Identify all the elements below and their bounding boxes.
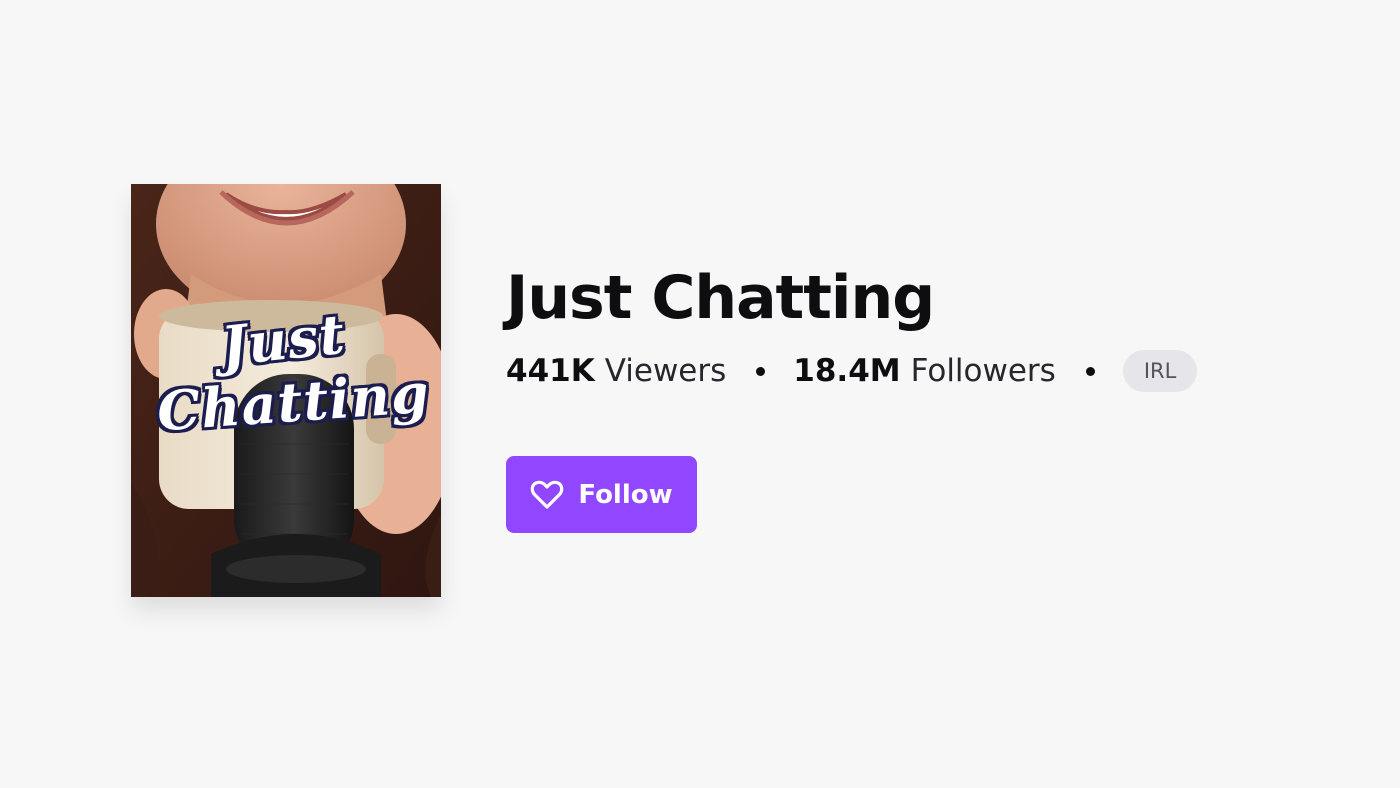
separator-dot bbox=[1085, 366, 1095, 376]
followers-count: 18.4M bbox=[793, 353, 901, 389]
category-title: Just Chatting bbox=[506, 263, 935, 333]
tag-irl[interactable]: IRL bbox=[1122, 350, 1198, 392]
heart-outline-icon bbox=[531, 480, 564, 509]
follow-button[interactable]: Follow bbox=[506, 456, 697, 533]
viewers-label: Viewers bbox=[604, 353, 727, 389]
boxart-image bbox=[131, 184, 441, 597]
category-boxart: Just Chatting bbox=[131, 184, 441, 597]
viewers-count: 441K bbox=[506, 353, 595, 389]
category-stats: 441K Viewers 18.4M Followers IRL bbox=[506, 349, 1366, 393]
follow-button-label: Follow bbox=[578, 479, 673, 510]
category-header: Just Chatting Just Chatting 441K Viewers… bbox=[0, 0, 1400, 788]
category-info: Just Chatting 441K Viewers 18.4M Followe… bbox=[506, 262, 1366, 533]
followers-label: Followers bbox=[910, 353, 1056, 389]
separator-dot bbox=[756, 366, 766, 376]
